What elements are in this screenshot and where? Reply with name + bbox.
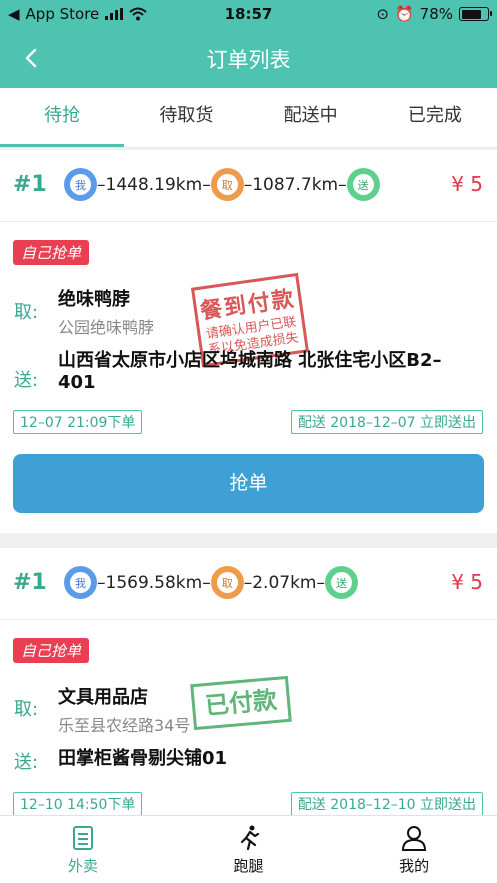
order-card-body: 自己抢单 取: 绝味鸭脖 公园绝味鸭脖 餐到付款 请确认用户已联系以免造成损失 … (0, 222, 497, 533)
shop-address: 乐至县农经路34号 (58, 716, 191, 735)
shop-name: 文具用品店 (58, 687, 148, 708)
alarm-icon: ⏰ (394, 5, 414, 23)
destination-address: 山西省太原市小店区坞城南路 北张住宅小区B2–401 (58, 350, 442, 393)
order-number: #1 (13, 570, 47, 595)
shop-name: 绝味鸭脖 (58, 289, 130, 310)
distance-to-destination: –1087.7km– (243, 174, 347, 195)
me-badge-icon: 我 (64, 566, 97, 599)
tab-completed[interactable]: 已完成 (373, 88, 497, 147)
deliver-label: 送: (14, 752, 39, 773)
paid-stamp: 已付款 (190, 675, 292, 731)
self-grab-tag: 自己抢单 (13, 638, 90, 663)
deliver-badge-icon: 送 (324, 566, 358, 599)
bottom-nav: 外卖 跑腿 我的 (0, 815, 497, 883)
order-card-header: #1 我 –1448.19km– 取 –1087.7km– 送 ¥ 5 (0, 150, 497, 222)
route-summary: 我 –1569.58km– 取 –2.07km– 送 (64, 566, 358, 599)
tab-to-pickup[interactable]: 待取货 (124, 88, 248, 147)
order-status-tabs: 待抢 待取货 配送中 已完成 (0, 88, 497, 148)
deliver-badge-icon: 送 (346, 168, 380, 201)
pickup-badge-icon: 取 (210, 566, 244, 599)
nav-bar: 订单列表 (0, 28, 497, 88)
order-card: #1 我 –1448.19km– 取 –1087.7km– 送 ¥ 5 自己抢单… (0, 150, 497, 533)
bottom-nav-takeout[interactable]: 外卖 (0, 816, 166, 883)
bottom-nav-errand[interactable]: 跑腿 (166, 816, 332, 883)
pickup-label: 取: (14, 699, 39, 720)
rotation-lock-icon: ⊙ (376, 5, 389, 23)
self-grab-tag: 自己抢单 (13, 240, 90, 265)
distance-to-pickup: –1448.19km– (97, 174, 211, 195)
order-time: 12–10 14:50下单 (13, 792, 143, 816)
bottom-nav-errand-label: 跑腿 (233, 857, 264, 875)
bottom-nav-profile-label: 我的 (399, 857, 430, 875)
delivery-schedule: 配送 2018–12–10 立即送出 (290, 792, 483, 816)
distance-to-destination: –2.07km– (243, 572, 325, 593)
takeout-list-icon (72, 826, 93, 850)
me-badge-icon: 我 (64, 168, 97, 201)
pickup-badge-icon: 取 (210, 168, 244, 201)
order-number: #1 (13, 172, 47, 197)
pickup-label: 取: (14, 302, 39, 323)
page-title: 订单列表 (206, 48, 291, 72)
order-card-header: #1 我 –1569.58km– 取 –2.07km– 送 ¥ 5 (0, 548, 497, 620)
status-bar: ◀ App Store 18:57 ⊙ ⏰ 78% (0, 0, 497, 28)
tab-to-grab[interactable]: 待抢 (0, 88, 125, 147)
battery-icon (459, 7, 492, 21)
deliver-label: 送: (14, 370, 39, 391)
order-time: 12–07 21:09下单 (13, 410, 143, 434)
grab-order-button[interactable]: 抢单 (13, 454, 484, 513)
distance-to-pickup: –1569.58km– (97, 572, 211, 593)
shop-address: 公园绝味鸭脖 (58, 318, 155, 337)
bottom-nav-takeout-label: 外卖 (67, 857, 98, 875)
user-icon (402, 826, 427, 851)
delivery-schedule: 配送 2018–12–07 立即送出 (290, 410, 483, 434)
order-price: ¥ 5 (451, 570, 483, 594)
battery-percent: 78% (419, 5, 453, 23)
order-card: #1 我 –1569.58km– 取 –2.07km– 送 ¥ 5 自己抢单 取… (0, 548, 497, 816)
order-card-body: 自己抢单 取: 文具用品店 乐至县农经路34号 已付款 送: 田掌柜酱骨剔尖铺0… (0, 620, 497, 816)
runner-icon (240, 825, 259, 851)
destination-address: 田掌柜酱骨剔尖铺01 (58, 748, 228, 769)
order-price: ¥ 5 (451, 172, 483, 196)
route-summary: 我 –1448.19km– 取 –1087.7km– 送 (64, 168, 380, 201)
tab-delivering[interactable]: 配送中 (249, 88, 373, 147)
bottom-nav-profile[interactable]: 我的 (331, 816, 497, 883)
